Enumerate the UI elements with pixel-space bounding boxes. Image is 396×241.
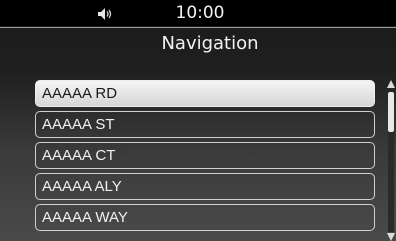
street-list: AAAAA RD AAAAA ST AAAAA CT AAAAA ALY AAA… [35, 80, 375, 235]
scroll-down-arrow-icon[interactable] [387, 233, 395, 241]
list-item[interactable]: AAAAA ST [35, 111, 375, 138]
volume-icon [97, 6, 113, 20]
list-item[interactable]: AAAAA WAY [35, 204, 375, 231]
page-title: Navigation [161, 33, 259, 54]
list-item[interactable]: AAAAA ALY [35, 173, 375, 200]
scroll-up-arrow-icon[interactable] [387, 80, 395, 88]
status-bar: 10:00 [0, 0, 396, 26]
list-item[interactable]: AAAAA RD [35, 80, 375, 107]
scroll-thumb[interactable] [388, 92, 394, 132]
divider [0, 27, 396, 28]
list-item[interactable]: AAAAA CT [35, 142, 375, 169]
navigation-screen: 10:00 Navigation AAAAA RD AAAAA ST AAAAA… [0, 0, 396, 241]
clock: 10:00 [175, 3, 225, 23]
scrollbar[interactable] [386, 80, 396, 241]
